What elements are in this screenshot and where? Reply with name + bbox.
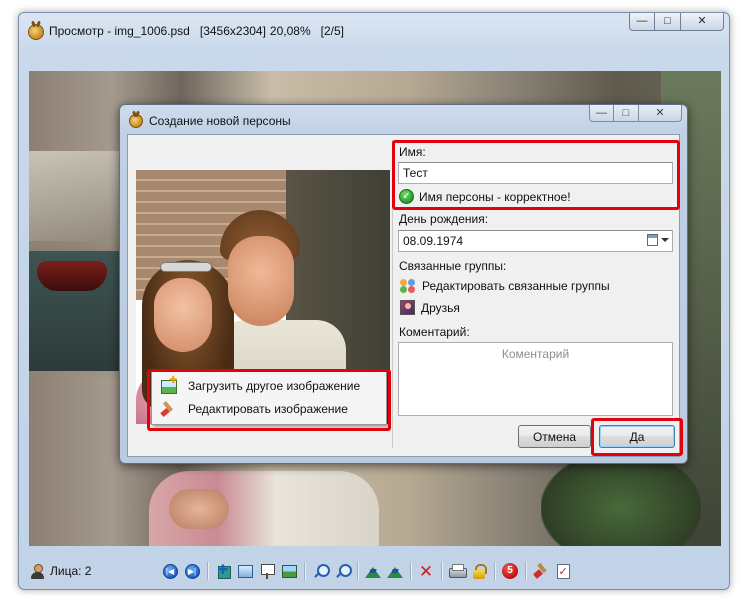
comment-field[interactable]: Коментарий bbox=[398, 342, 673, 416]
maximize-button[interactable]: □ bbox=[655, 13, 681, 31]
toolbar-separator bbox=[410, 562, 411, 580]
zoom-out-button[interactable] bbox=[310, 561, 330, 581]
rotate-right-icon bbox=[387, 565, 403, 578]
edit-groups-link[interactable]: Редактировать связанные группы bbox=[400, 279, 610, 293]
minimize-button[interactable]: — bbox=[629, 13, 655, 31]
cancel-button[interactable]: Отмена bbox=[518, 425, 591, 448]
edit-button[interactable] bbox=[531, 561, 551, 581]
rotate-left-button[interactable] bbox=[363, 561, 383, 581]
highlight-context-menu bbox=[147, 369, 391, 431]
viewer-title-file: Просмотр - img_1006.psd bbox=[49, 24, 190, 38]
photo-girl-face bbox=[154, 278, 212, 352]
last-image-icon: ▶| bbox=[184, 563, 200, 579]
slideshow-button[interactable] bbox=[257, 561, 277, 581]
photo-people bbox=[149, 471, 379, 546]
dialog-close-button[interactable]: ✕ bbox=[639, 105, 682, 122]
zoom-group bbox=[309, 561, 353, 581]
fit-to-window-icon bbox=[216, 562, 231, 579]
dialog-title: Создание новой персоны bbox=[149, 114, 291, 128]
edit-icon bbox=[533, 563, 549, 579]
properties-button[interactable] bbox=[553, 561, 573, 581]
friends-group-icon bbox=[400, 300, 415, 315]
lock-icon bbox=[473, 563, 487, 579]
dialog-window-controls: — □ ✕ bbox=[589, 105, 682, 122]
rotate-right-button[interactable] bbox=[385, 561, 405, 581]
zoom-in-button[interactable] bbox=[332, 561, 352, 581]
date-picker-button[interactable] bbox=[647, 234, 669, 246]
print-button[interactable] bbox=[447, 561, 467, 581]
viewer-window-controls: — □ ✕ bbox=[629, 13, 724, 31]
birthday-label: День рождения: bbox=[399, 212, 489, 226]
output-group bbox=[446, 561, 490, 581]
bottom-toolbar: Лица: 2 |◀ ▶| ✕ bbox=[29, 558, 721, 584]
rating-group: 5 bbox=[499, 561, 521, 581]
nav-group: |◀ ▶| bbox=[159, 561, 203, 581]
viewer-titlebar[interactable]: Просмотр - img_1006.psd [3456x2304] 20,08%… bbox=[19, 13, 729, 49]
viewer-title: Просмотр - img_1006.psd [3456x2304] 20,08%… bbox=[49, 24, 354, 38]
delete-button[interactable]: ✕ bbox=[416, 561, 436, 581]
edit-group bbox=[530, 561, 574, 581]
toolbar-separator bbox=[441, 562, 442, 580]
wallpaper-button[interactable] bbox=[279, 561, 299, 581]
properties-icon bbox=[556, 563, 570, 579]
toolbar-separator bbox=[525, 562, 526, 580]
highlight-name-section bbox=[392, 140, 680, 210]
birthday-field[interactable]: 08.09.1974 bbox=[398, 230, 673, 252]
view-group bbox=[212, 561, 300, 581]
chevron-down-icon bbox=[661, 238, 669, 242]
calendar-icon bbox=[647, 234, 658, 246]
fit-to-window-button[interactable] bbox=[213, 561, 233, 581]
delete-group: ✕ bbox=[415, 561, 437, 581]
toolbar-separator bbox=[207, 562, 208, 580]
highlight-ok-button bbox=[591, 418, 683, 456]
dialog-minimize-button[interactable]: — bbox=[589, 105, 614, 122]
slideshow-icon bbox=[260, 563, 275, 579]
print-icon bbox=[449, 564, 467, 578]
wallpaper-icon bbox=[281, 564, 297, 578]
dialog-maximize-button[interactable]: □ bbox=[614, 105, 639, 122]
group-item-friends[interactable]: Друзья bbox=[400, 300, 460, 315]
toolbar-separator bbox=[494, 562, 495, 580]
lock-button[interactable] bbox=[469, 561, 489, 581]
close-button[interactable]: ✕ bbox=[681, 13, 724, 31]
last-image-button[interactable]: ▶| bbox=[182, 561, 202, 581]
app-bee-icon bbox=[28, 24, 44, 40]
first-image-icon: |◀ bbox=[162, 563, 178, 579]
rotate-left-icon bbox=[365, 565, 381, 578]
groups-label: Связанные группы: bbox=[399, 259, 507, 273]
photo-boy-face bbox=[228, 236, 294, 326]
delete-icon: ✕ bbox=[418, 561, 434, 581]
groups-icon bbox=[400, 279, 416, 293]
toolbar-separator bbox=[304, 562, 305, 580]
zoom-out-icon bbox=[313, 563, 330, 579]
faces-count: Лица: 2 bbox=[31, 563, 159, 579]
person-icon bbox=[31, 563, 44, 579]
comment-label: Коментарий: bbox=[399, 325, 470, 339]
toolbar-separator bbox=[357, 562, 358, 580]
dialog-bee-icon bbox=[129, 114, 143, 128]
first-image-button[interactable]: |◀ bbox=[160, 561, 180, 581]
edit-groups-label: Редактировать связанные группы bbox=[422, 279, 610, 293]
birthday-value: 08.09.1974 bbox=[403, 234, 464, 248]
photo-plant bbox=[541, 451, 701, 546]
photo-gondola bbox=[37, 261, 107, 291]
faces-count-label: Лица: 2 bbox=[50, 564, 92, 578]
photo-sunglasses bbox=[160, 262, 212, 272]
viewer-title-resolution: [3456x2304] bbox=[199, 24, 266, 38]
viewer-title-position: [2/5] bbox=[320, 24, 344, 38]
rotate-group bbox=[362, 561, 406, 581]
actual-size-button[interactable] bbox=[235, 561, 255, 581]
actual-size-icon bbox=[237, 564, 253, 578]
viewer-title-zoom: 20,08% bbox=[269, 24, 311, 38]
rating-button[interactable]: 5 bbox=[500, 561, 520, 581]
rating-icon: 5 bbox=[502, 563, 518, 579]
zoom-in-icon bbox=[335, 563, 352, 579]
group-friends-label: Друзья bbox=[421, 300, 460, 315]
